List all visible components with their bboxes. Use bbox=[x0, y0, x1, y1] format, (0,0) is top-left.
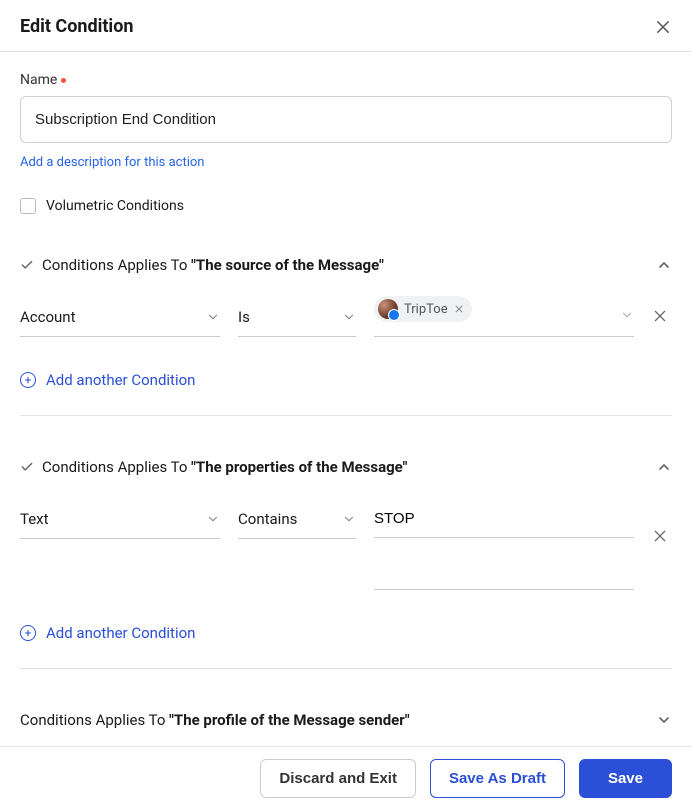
remove-condition-icon[interactable] bbox=[652, 302, 672, 324]
remove-condition-icon[interactable] bbox=[652, 504, 672, 544]
add-description-link[interactable]: Add a description for this action bbox=[20, 155, 204, 170]
properties-value-input[interactable] bbox=[374, 504, 634, 538]
source-operator-value: Is bbox=[238, 308, 250, 326]
section-properties: Conditions Applies To "The properties of… bbox=[20, 458, 672, 669]
source-operator-select[interactable]: Is bbox=[238, 302, 356, 337]
properties-operator-value: Contains bbox=[238, 510, 297, 528]
chevron-down-icon[interactable] bbox=[656, 712, 672, 728]
properties-value-input-extra[interactable] bbox=[374, 556, 634, 590]
name-label-text: Name bbox=[20, 72, 57, 88]
chevron-up-icon[interactable] bbox=[656, 257, 672, 273]
chip-remove-icon[interactable] bbox=[454, 304, 464, 314]
modal-header: Edit Condition bbox=[0, 0, 692, 52]
chevron-down-icon bbox=[342, 310, 356, 324]
source-value-chip: TripToe bbox=[374, 296, 472, 322]
section-profile-topic: "The profile of the Message sender" bbox=[169, 711, 410, 729]
check-icon bbox=[20, 258, 34, 272]
save-draft-button[interactable]: Save As Draft bbox=[430, 759, 565, 798]
add-condition-label: Add another Condition bbox=[46, 624, 195, 642]
required-dot-icon bbox=[61, 78, 66, 83]
section-profile: Conditions Applies To "The profile of th… bbox=[20, 711, 672, 729]
section-properties-title: Conditions Applies To "The properties of… bbox=[42, 458, 648, 476]
section-source: Conditions Applies To "The source of the… bbox=[20, 256, 672, 416]
modal-footer: Discard and Exit Save As Draft Save bbox=[0, 746, 692, 810]
plus-circle-icon: + bbox=[20, 625, 36, 641]
source-field-select[interactable]: Account bbox=[20, 302, 220, 337]
section-source-title: Conditions Applies To "The source of the… bbox=[42, 256, 648, 274]
add-condition-button[interactable]: + Add another Condition bbox=[20, 624, 195, 642]
close-icon[interactable] bbox=[654, 18, 672, 36]
chevron-up-icon[interactable] bbox=[656, 459, 672, 475]
section-profile-prefix: Conditions Applies To bbox=[20, 711, 169, 729]
properties-value-wrap bbox=[374, 504, 634, 590]
chevron-down-icon bbox=[342, 512, 356, 526]
properties-field-value: Text bbox=[20, 510, 49, 528]
check-icon bbox=[20, 460, 34, 474]
volumetric-checkbox[interactable] bbox=[20, 198, 36, 214]
divider bbox=[20, 668, 672, 669]
chevron-down-icon bbox=[620, 308, 634, 322]
section-properties-prefix: Conditions Applies To bbox=[42, 458, 191, 476]
avatar bbox=[378, 299, 398, 319]
chevron-down-icon bbox=[206, 310, 220, 324]
section-profile-title: Conditions Applies To "The profile of th… bbox=[20, 711, 648, 729]
add-condition-label: Add another Condition bbox=[46, 371, 195, 389]
discard-button[interactable]: Discard and Exit bbox=[260, 759, 416, 798]
modal-body: Name Add a description for this action V… bbox=[0, 52, 692, 746]
add-condition-button[interactable]: + Add another Condition bbox=[20, 371, 195, 389]
source-field-value: Account bbox=[20, 308, 76, 326]
divider bbox=[20, 415, 672, 416]
properties-operator-select[interactable]: Contains bbox=[238, 504, 356, 539]
save-button[interactable]: Save bbox=[579, 759, 672, 798]
volumetric-label: Volumetric Conditions bbox=[46, 198, 184, 214]
section-source-prefix: Conditions Applies To bbox=[42, 256, 191, 274]
name-input[interactable] bbox=[20, 96, 672, 143]
modal-title: Edit Condition bbox=[20, 16, 133, 37]
source-chip-label: TripToe bbox=[404, 302, 448, 317]
chevron-down-icon bbox=[206, 512, 220, 526]
name-label: Name bbox=[20, 72, 672, 88]
source-value-field[interactable]: TripToe bbox=[374, 302, 634, 337]
properties-field-select[interactable]: Text bbox=[20, 504, 220, 539]
plus-circle-icon: + bbox=[20, 372, 36, 388]
section-properties-topic: "The properties of the Message" bbox=[191, 458, 407, 476]
section-source-topic: "The source of the Message" bbox=[191, 256, 384, 274]
